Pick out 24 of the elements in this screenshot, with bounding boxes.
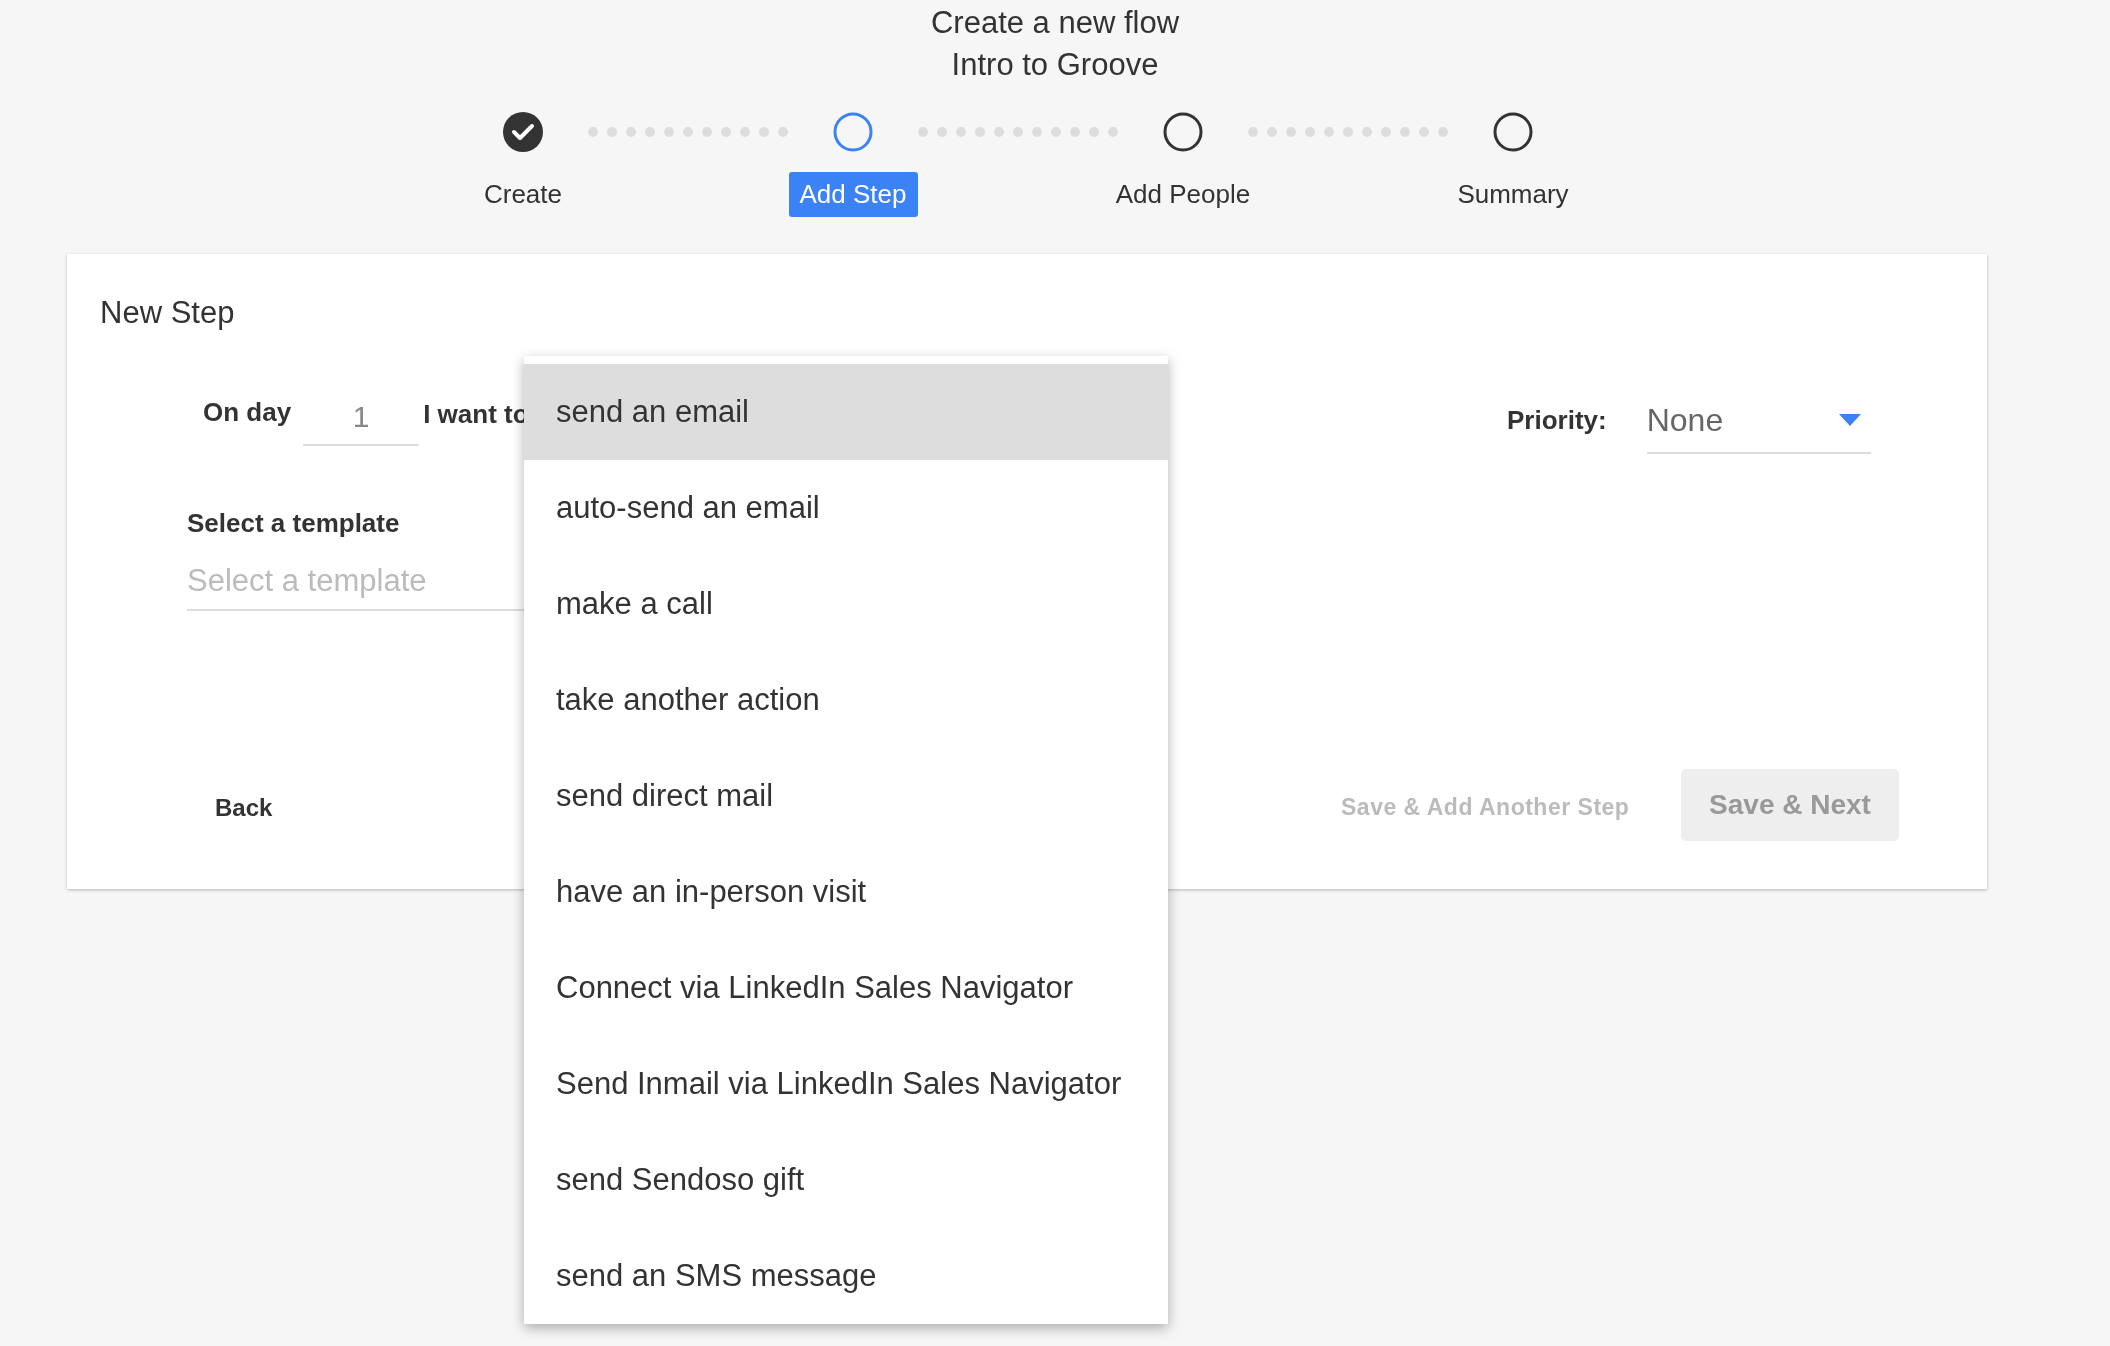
menu-option[interactable]: take another action — [524, 652, 1168, 748]
menu-option[interactable]: auto-send an email — [524, 460, 1168, 556]
menu-option[interactable]: send an SMS message — [524, 1228, 1168, 1324]
page-title: Create a new flow — [930, 4, 1180, 42]
priority-label: Priority: — [1507, 404, 1607, 437]
day-input-field[interactable]: 1 — [303, 388, 420, 446]
flow-name: Intro to Groove — [951, 46, 1159, 84]
dropdown-caret-icon — [1838, 414, 1861, 426]
template-label: Select a template — [187, 507, 401, 540]
back-button[interactable]: Back — [207, 784, 281, 832]
menu-option[interactable]: send an email — [524, 364, 1168, 460]
menu-option[interactable]: Connect via LinkedIn Sales Navigator — [524, 940, 1168, 1036]
step-tab[interactable]: Add People — [1104, 172, 1262, 217]
step-tab[interactable]: Summary — [1446, 172, 1580, 217]
menu-option[interactable]: have an in-person visit — [524, 844, 1168, 940]
step-tab[interactable]: Create — [472, 172, 573, 217]
priority-dropdown[interactable]: None — [1646, 388, 1871, 454]
menu-option[interactable]: make a call — [524, 556, 1168, 652]
menu-option[interactable]: Send Inmail via LinkedIn Sales Navigator — [524, 1036, 1168, 1132]
menu-option[interactable]: send direct mail — [524, 748, 1168, 844]
step-tab[interactable]: Add Step — [788, 172, 918, 217]
day-label: On day — [203, 396, 292, 429]
card-title: New Step — [100, 294, 235, 332]
menu-option[interactable]: send Sendoso gift — [524, 1132, 1168, 1228]
